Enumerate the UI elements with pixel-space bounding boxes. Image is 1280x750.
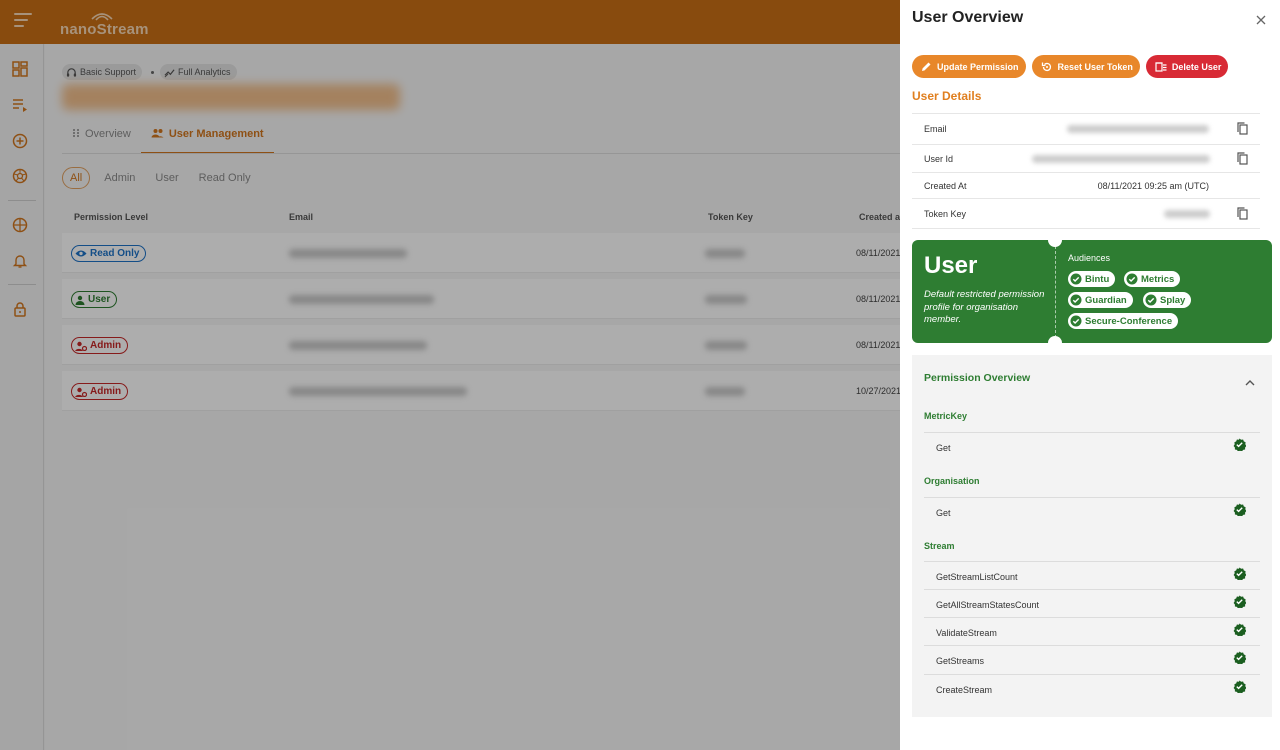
- detail-row-created-at: Created At 08/11/2021 09:25 am (UTC): [912, 172, 1260, 198]
- audience-chip: Metrics: [1124, 271, 1181, 287]
- token-key-value-redacted: [1164, 210, 1210, 218]
- permission-name: CreateStream: [936, 685, 993, 695]
- detail-label: Token Key: [924, 209, 967, 219]
- permission-overview-heading[interactable]: Permission Overview: [924, 372, 1030, 384]
- audiences-label: Audiences: [1068, 253, 1111, 263]
- chevron-up-icon[interactable]: [1245, 373, 1255, 391]
- check-circle-icon: [1233, 623, 1247, 638]
- detail-label: Email: [924, 124, 947, 134]
- delete-user-button[interactable]: Delete User: [1145, 55, 1229, 78]
- delete-user-label: Delete User: [1171, 61, 1222, 72]
- permission-name: Get: [936, 508, 951, 518]
- created-at-value: 08/11/2021 09:25 am (UTC): [1097, 181, 1209, 191]
- copy-icon[interactable]: [1237, 122, 1248, 137]
- permission-name: ValidateStream: [936, 628, 997, 638]
- close-icon[interactable]: [1253, 12, 1269, 28]
- permission-group-name: Stream: [924, 541, 955, 551]
- detail-row-user-id: User Id: [912, 144, 1260, 172]
- permission-name: Get: [936, 443, 951, 453]
- update-permission-button[interactable]: Update Permission: [912, 55, 1026, 78]
- role-description: Default restricted permission profile fo…: [924, 289, 1045, 325]
- detail-label: Created At: [924, 181, 967, 191]
- check-circle-icon: [1070, 273, 1082, 285]
- update-permission-label: Update Permission: [937, 61, 1019, 72]
- permission-name: GetStreamListCount: [936, 572, 1018, 582]
- permission-name: GetAllStreamStatesCount: [936, 600, 1040, 610]
- user-id-value-redacted: [1032, 155, 1210, 163]
- permission-item: ValidateStream: [924, 617, 1260, 645]
- check-circle-icon: [1233, 651, 1247, 666]
- detail-label: User Id: [924, 154, 954, 164]
- check-circle-icon: [1233, 680, 1247, 695]
- check-circle-icon: [1233, 503, 1247, 518]
- email-value-redacted: [1067, 125, 1209, 133]
- check-circle-icon: [1070, 294, 1082, 306]
- reset-user-token-button[interactable]: Reset User Token: [1031, 55, 1140, 78]
- audience-label: Guardian: [1085, 294, 1127, 306]
- role-card: User Default restricted permission profi…: [912, 240, 1272, 343]
- audience-chip: Splay: [1143, 292, 1192, 308]
- check-circle-icon: [1233, 438, 1247, 453]
- audience-chip: Secure-Conference: [1068, 313, 1179, 329]
- audience-label: Splay: [1160, 294, 1186, 306]
- action-bar: Update Permission Reset User Token Delet…: [912, 55, 1229, 78]
- permission-overview-panel: Permission Overview MetricKey Get Organi…: [912, 355, 1272, 717]
- drawer-title: User Overview: [912, 9, 1024, 26]
- permission-item: Get: [924, 432, 1260, 460]
- permission-item: GetStreams: [924, 645, 1260, 673]
- detail-row-token-key: Token Key: [912, 198, 1260, 229]
- permission-group-name: Organisation: [924, 476, 980, 486]
- permission-item: CreateStream: [924, 674, 1260, 702]
- permission-item: GetStreamListCount: [924, 561, 1260, 589]
- audience-label: Bintu: [1085, 273, 1110, 285]
- role-name: User: [924, 252, 978, 279]
- check-circle-icon: [1233, 595, 1247, 610]
- audience-label: Secure-Conference: [1085, 315, 1173, 327]
- user-details-heading: User Details: [912, 89, 982, 103]
- delete-icon: [1155, 62, 1167, 72]
- check-circle-icon: [1070, 315, 1082, 327]
- permission-item: Get: [924, 497, 1260, 525]
- audience-chip: Bintu: [1068, 271, 1116, 287]
- pencil-icon: [922, 62, 931, 71]
- detail-row-email: Email: [912, 113, 1260, 144]
- audience-label: Metrics: [1141, 273, 1175, 285]
- permission-group-name: MetricKey: [924, 411, 968, 421]
- ticket-divider: [1055, 246, 1056, 338]
- reset-icon: [1041, 62, 1051, 71]
- check-circle-icon: [1145, 294, 1157, 306]
- permission-name: GetStreams: [936, 656, 985, 666]
- check-circle-icon: [1126, 273, 1138, 285]
- modal-backdrop[interactable]: [0, 0, 900, 750]
- copy-icon[interactable]: [1237, 152, 1248, 167]
- permission-item: GetAllStreamStatesCount: [924, 589, 1260, 617]
- copy-icon[interactable]: [1237, 207, 1248, 222]
- reset-user-token-label: Reset User Token: [1057, 61, 1133, 72]
- audience-chip: Guardian: [1068, 292, 1133, 308]
- check-circle-icon: [1233, 567, 1247, 582]
